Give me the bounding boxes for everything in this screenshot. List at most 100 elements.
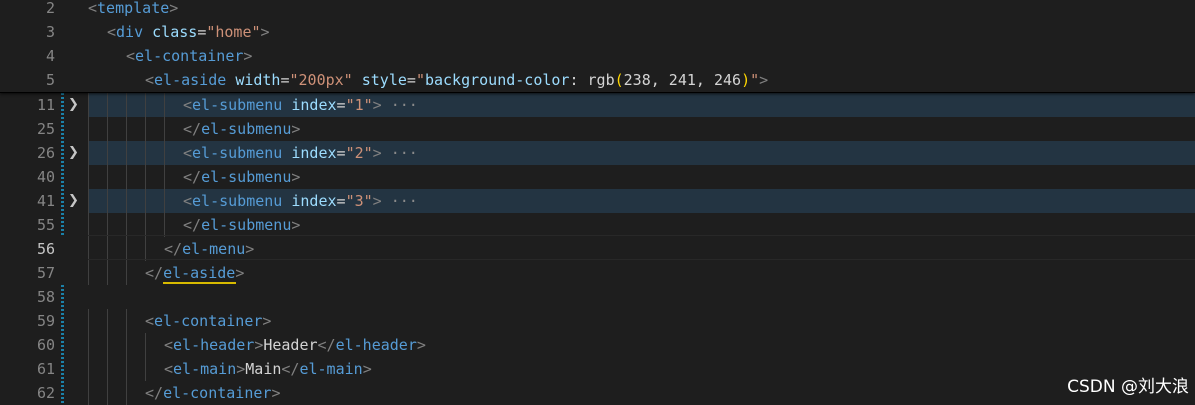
- code-text[interactable]: </el-submenu>: [183, 165, 300, 189]
- indent-guide: [107, 189, 108, 213]
- code-token: <: [145, 312, 155, 330]
- indent-guide: [126, 261, 127, 285]
- code-text[interactable]: </el-submenu>: [183, 117, 300, 141]
- code-token: "200px": [289, 71, 353, 89]
- code-token: index: [291, 192, 337, 210]
- code-token: >: [291, 168, 301, 186]
- code-token: >: [236, 360, 246, 378]
- chevron-right-icon[interactable]: ❯: [68, 141, 79, 165]
- code-token: </: [183, 120, 202, 138]
- line-number: 4: [45, 47, 55, 65]
- code-text[interactable]: </el-container>: [145, 381, 280, 405]
- indent-guide: [107, 381, 108, 405]
- code-token: <: [183, 144, 193, 162]
- indent-guide: [107, 333, 108, 357]
- code-line[interactable]: 59 <el-container>: [0, 309, 1195, 333]
- code-line[interactable]: 41 ❯ <el-submenu index="3"> ···: [0, 189, 1195, 213]
- indent-guide: [88, 357, 89, 381]
- indent-guide: [88, 261, 89, 285]
- code-token: el-main: [173, 360, 237, 378]
- code-token: =: [406, 71, 416, 89]
- code-token: >: [260, 23, 270, 41]
- code-token: >: [271, 384, 281, 402]
- line-number: 25: [36, 120, 55, 138]
- code-token: ): [741, 71, 751, 89]
- line-number: 2: [45, 0, 55, 17]
- code-text[interactable]: <el-submenu index="3"> ···: [183, 189, 418, 213]
- code-text[interactable]: <el-header>Header</el-header>: [164, 333, 426, 357]
- sticky-scroll-header[interactable]: 2 <template> 3 <div class="home"> 4 <el-conta…: [0, 0, 1195, 92]
- code-token: <: [164, 336, 174, 354]
- code-token: width: [235, 71, 281, 89]
- code-token: >: [416, 336, 426, 354]
- line-number: 26: [36, 144, 55, 162]
- indent-guide: [145, 93, 146, 117]
- code-text[interactable]: <el-main>Main</el-main>: [164, 357, 372, 381]
- current-line-highlight: [88, 235, 1195, 260]
- code-token: </: [183, 168, 202, 186]
- code-text[interactable]: <el-submenu index="2"> ···: [183, 141, 418, 165]
- line-number: 58: [36, 288, 55, 306]
- code-editor[interactable]: 11 ❯ <el-submenu index="1"> ··· 25 </el-subm…: [0, 0, 1195, 405]
- indent-guide: [145, 357, 146, 381]
- code-line[interactable]: 40 </el-submenu>: [0, 165, 1195, 189]
- line-number: 56: [36, 240, 55, 258]
- folded-ellipsis[interactable]: ···: [382, 144, 418, 162]
- indent-guide: [126, 141, 127, 165]
- code-token: ": [750, 71, 760, 89]
- code-token: el-container: [154, 312, 263, 330]
- code-line[interactable]: 55 </el-submenu>: [0, 213, 1195, 237]
- code-token: el-submenu: [192, 96, 283, 114]
- chevron-right-icon[interactable]: ❯: [68, 189, 79, 213]
- code-line[interactable]: 62 </el-container>: [0, 381, 1195, 405]
- folded-ellipsis[interactable]: ···: [382, 96, 418, 114]
- code-line[interactable]: 25 </el-submenu>: [0, 117, 1195, 141]
- code-token: el-submenu: [201, 168, 292, 186]
- modified-indicator[interactable]: [61, 285, 64, 405]
- code-token: <: [126, 47, 136, 65]
- code-text[interactable]: <el-container>: [145, 309, 271, 333]
- code-token: class: [152, 23, 198, 41]
- code-line[interactable]: 61 <el-main>Main</el-main>: [0, 357, 1195, 381]
- indent-guide: [126, 189, 127, 213]
- sticky-line[interactable]: 2 <template>: [0, 0, 1195, 20]
- sticky-line[interactable]: 5 <el-aside width="200px" style="backgrou…: [0, 68, 1195, 92]
- indent-guide: [107, 261, 108, 285]
- code-token: >: [372, 96, 382, 114]
- indent-guide: [164, 189, 165, 213]
- code-token: 238, 241, 246: [623, 71, 742, 89]
- sticky-line[interactable]: 3 <div class="home">: [0, 20, 1195, 44]
- indent-guide: [164, 213, 165, 237]
- chevron-right-icon[interactable]: ❯: [68, 93, 79, 117]
- code-text[interactable]: <el-submenu index="1"> ···: [183, 93, 418, 117]
- line-number: 62: [36, 384, 55, 402]
- code-token: el-main: [299, 360, 363, 378]
- code-token: >: [243, 47, 253, 65]
- indent-guide: [88, 141, 89, 165]
- code-token: =: [336, 144, 346, 162]
- code-line[interactable]: 60 <el-header>Header</el-header>: [0, 333, 1195, 357]
- code-token: Header: [263, 336, 318, 354]
- code-text[interactable]: <div class="home">: [107, 20, 270, 44]
- code-token: >: [291, 216, 301, 234]
- code-text[interactable]: <template>: [88, 0, 178, 20]
- modified-indicator[interactable]: [61, 93, 64, 237]
- sticky-line[interactable]: 4 <el-container>: [0, 44, 1195, 68]
- code-line[interactable]: 11 ❯ <el-submenu index="1"> ···: [0, 93, 1195, 117]
- indent-guide: [107, 165, 108, 189]
- code-line[interactable]: 26 ❯ <el-submenu index="2"> ···: [0, 141, 1195, 165]
- code-text[interactable]: <el-container>: [126, 44, 252, 68]
- code-text[interactable]: <el-aside width="200px" style="backgroun…: [145, 68, 768, 92]
- watermark: CSDN @刘大浪: [1067, 377, 1189, 397]
- code-line[interactable]: 58: [0, 285, 1195, 309]
- indent-guide: [88, 165, 89, 189]
- code-token: </: [183, 216, 202, 234]
- code-token: "3": [345, 192, 373, 210]
- line-number: 61: [36, 360, 55, 378]
- code-text[interactable]: </el-submenu>: [183, 213, 300, 237]
- indent-guide: [107, 93, 108, 117]
- folded-ellipsis[interactable]: ···: [382, 192, 418, 210]
- line-number: 60: [36, 336, 55, 354]
